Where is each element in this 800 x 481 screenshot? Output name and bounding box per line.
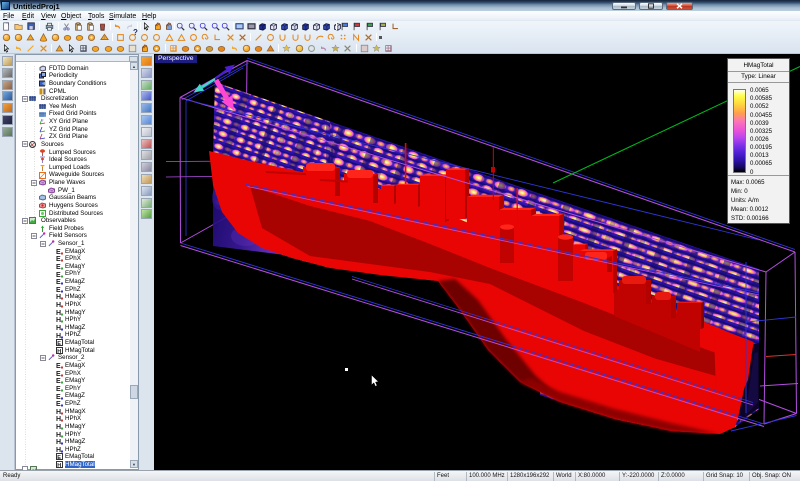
svg-text:E: E [56, 394, 61, 400]
svg-text:H: H [56, 333, 61, 339]
svg-text:H: H [56, 432, 61, 438]
svg-text:E: E [57, 455, 61, 460]
svg-text:E: E [56, 363, 61, 369]
svg-text:H: H [56, 424, 61, 430]
svg-text:H: H [56, 325, 61, 331]
svg-text:H: H [56, 409, 61, 415]
svg-text:E: E [56, 279, 61, 285]
svg-text:E: E [57, 341, 61, 346]
svg-text:E: E [56, 287, 61, 293]
svg-text:H: H [56, 310, 61, 316]
svg-text:E: E [56, 401, 61, 407]
svg-text:H: H [57, 348, 61, 353]
svg-text:E: E [56, 249, 61, 255]
svg-text:H: H [56, 439, 61, 445]
svg-text:y: y [42, 118, 44, 122]
svg-text:E: E [56, 256, 61, 262]
svg-text:E: E [56, 371, 61, 377]
svg-text:H: H [56, 302, 61, 308]
svg-text:E: E [56, 272, 61, 278]
svg-text:E: E [56, 264, 61, 270]
svg-text:E: E [56, 386, 61, 392]
svg-text:H: H [56, 416, 61, 422]
svg-text:H: H [57, 463, 61, 468]
svg-text:H: H [56, 317, 61, 323]
svg-text:H: H [56, 447, 61, 453]
svg-text:E: E [56, 378, 61, 384]
svg-text:H: H [56, 294, 61, 300]
